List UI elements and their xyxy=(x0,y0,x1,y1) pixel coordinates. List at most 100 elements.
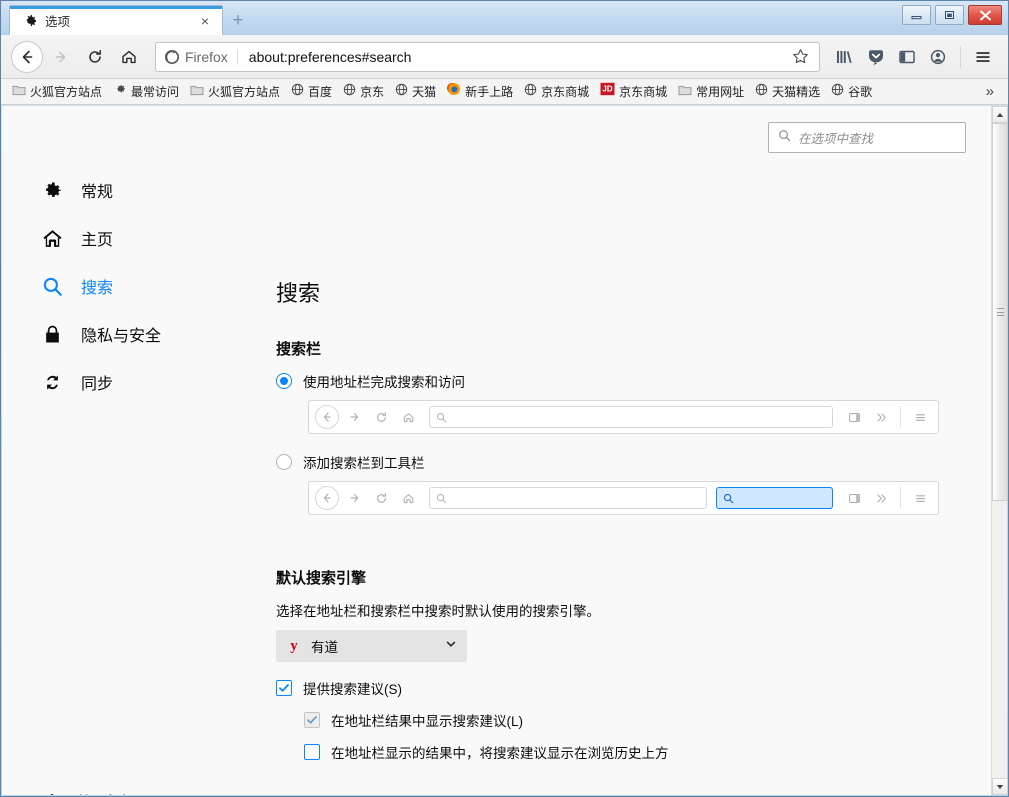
tab-options[interactable]: 选项 × xyxy=(9,5,223,35)
minimize-button[interactable] xyxy=(902,5,931,25)
scrollbar-grip xyxy=(997,308,1004,316)
home-icon xyxy=(40,226,64,250)
reload-button[interactable] xyxy=(79,41,111,73)
bookmark-item[interactable]: 天猫精选 xyxy=(750,81,825,103)
folder-icon xyxy=(678,83,692,101)
bookmark-item[interactable]: 新手上路 xyxy=(442,80,518,103)
preview-divider xyxy=(900,487,901,509)
find-placeholder: 在选项中查找 xyxy=(798,128,873,147)
bookmark-label: 火狐官方站点 xyxy=(30,83,102,100)
preview-reload-icon xyxy=(369,486,393,510)
puzzle-icon xyxy=(40,789,62,795)
sidebar-item-label: 搜索 xyxy=(81,274,113,298)
vertical-scrollbar[interactable] xyxy=(991,106,1007,795)
close-button[interactable] xyxy=(968,5,1002,25)
default-engine-dropdown[interactable]: y 有道 xyxy=(276,630,467,662)
scroll-down-button[interactable] xyxy=(992,778,1008,795)
bookmark-item[interactable]: 京东商城 xyxy=(519,81,594,103)
bookmark-item[interactable]: 火狐官方站点 xyxy=(185,81,285,103)
globe-icon xyxy=(831,83,844,101)
gear-icon xyxy=(40,178,64,202)
bookmark-label: 火狐官方站点 xyxy=(208,83,280,100)
checkbox-label: 在地址栏结果中显示搜索建议(L) xyxy=(331,710,523,730)
bookmark-item[interactable]: 天猫 xyxy=(390,81,441,103)
folder-icon xyxy=(190,83,204,101)
radio-use-address-bar[interactable]: 使用地址栏完成搜索和访问 xyxy=(276,371,972,391)
radio-label: 添加搜索栏到工具栏 xyxy=(303,452,425,472)
sidebar-item-label: 常规 xyxy=(81,178,113,202)
checkbox-indicator xyxy=(276,680,292,696)
radio-indicator xyxy=(276,454,292,470)
default-engine-heading: 默认搜索引擎 xyxy=(276,567,972,588)
bookmark-item[interactable]: 最常访问 xyxy=(108,80,184,103)
menu-icon[interactable] xyxy=(968,42,998,72)
sidebar-item-extensions[interactable]: 扩展和主题 xyxy=(40,781,255,795)
preview-sidebar-icon xyxy=(842,405,866,429)
scroll-up-button[interactable] xyxy=(992,106,1008,123)
checkbox-indicator xyxy=(304,744,320,760)
sidebar-icon[interactable] xyxy=(892,42,922,72)
radio-add-search-bar[interactable]: 添加搜索栏到工具栏 xyxy=(276,452,972,472)
sidebar-item-privacy[interactable]: 隐私与安全 xyxy=(40,310,255,358)
bookmarks-overflow-icon[interactable]: » xyxy=(978,83,1002,100)
sidebar-item-search[interactable]: 搜索 xyxy=(40,262,255,310)
preferences-sidebar: 常规 主页 搜索 隐私与安全 xyxy=(40,166,255,406)
toolbar-icons xyxy=(830,42,998,72)
sidebar-item-label: 同步 xyxy=(81,370,113,394)
checkbox-show-suggestions-urlbar[interactable]: 在地址栏结果中显示搜索建议(L) xyxy=(304,710,972,730)
preview-forward-icon xyxy=(342,405,366,429)
sidebar-item-sync[interactable]: 同步 xyxy=(40,358,255,406)
radio-label: 使用地址栏完成搜索和访问 xyxy=(303,371,465,391)
bookmark-star-icon[interactable] xyxy=(789,46,811,68)
preview-overflow-icon xyxy=(869,405,893,429)
preferences-content: 在选项中查找 常规 主页 搜索 xyxy=(2,106,992,795)
pocket-icon[interactable] xyxy=(861,42,891,72)
bookmark-item[interactable]: JD 京东商城 xyxy=(595,80,672,103)
preview-url-field xyxy=(429,406,833,428)
library-icon[interactable] xyxy=(830,42,860,72)
checkbox-provide-suggestions[interactable]: 提供搜索建议(S) xyxy=(276,678,972,698)
default-engine-description: 选择在地址栏和搜索栏中搜索时默认使用的搜索引擎。 xyxy=(276,600,972,620)
sync-icon xyxy=(40,370,64,394)
url-text: about:preferences#search xyxy=(238,49,789,65)
forward-button[interactable] xyxy=(45,41,77,73)
close-icon[interactable]: × xyxy=(196,12,214,30)
preview-reload-icon xyxy=(369,405,393,429)
sidebar-item-general[interactable]: 常规 xyxy=(40,166,255,214)
bookmark-item[interactable]: 京东 xyxy=(338,81,389,103)
toolbar-preview-address-only xyxy=(308,400,939,434)
account-icon[interactable] xyxy=(923,42,953,72)
bookmark-label: 天猫 xyxy=(412,83,436,100)
home-button[interactable] xyxy=(113,41,145,73)
find-in-options-input[interactable]: 在选项中查找 xyxy=(768,122,966,153)
preview-back-icon xyxy=(315,405,339,429)
preferences-main: 搜索 搜索栏 使用地址栏完成搜索和访问 xyxy=(276,276,972,795)
folder-icon xyxy=(12,83,26,101)
sidebar-item-label: 隐私与安全 xyxy=(81,322,161,346)
bookmarks-toolbar: 火狐官方站点 最常访问 火狐官方站点 百度 京东 天猫 新手上路 京东商城 xyxy=(1,79,1008,105)
bookmark-item[interactable]: 谷歌 xyxy=(826,81,877,103)
url-bar[interactable]: Firefox about:preferences#search xyxy=(155,42,820,72)
bookmark-item[interactable]: 常用网址 xyxy=(673,81,749,103)
globe-icon xyxy=(395,83,408,101)
bookmark-item[interactable]: 百度 xyxy=(286,81,337,103)
scrollbar-thumb[interactable] xyxy=(992,123,1008,501)
page-title: 搜索 xyxy=(276,276,972,308)
youdao-icon: y xyxy=(286,638,302,654)
preview-menu-icon xyxy=(908,486,932,510)
sidebar-item-home[interactable]: 主页 xyxy=(40,214,255,262)
checkbox-suggestions-above-history[interactable]: 在地址栏显示的结果中，将搜索建议显示在浏览历史上方 xyxy=(304,742,972,762)
tab-strip: 选项 × + xyxy=(9,1,251,35)
back-button[interactable] xyxy=(11,41,43,73)
navigation-toolbar: Firefox about:preferences#search xyxy=(1,35,1008,79)
bookmark-item[interactable]: 火狐官方站点 xyxy=(7,81,107,103)
firefox-icon xyxy=(447,82,461,101)
identity-chip: Firefox xyxy=(164,49,238,65)
globe-icon xyxy=(291,83,304,101)
preview-overflow-icon xyxy=(869,486,893,510)
maximize-button[interactable] xyxy=(935,5,964,25)
new-tab-button[interactable]: + xyxy=(225,8,251,34)
bookmark-label: 新手上路 xyxy=(465,83,513,100)
preview-menu-icon xyxy=(908,405,932,429)
tab-title: 选项 xyxy=(45,11,189,30)
